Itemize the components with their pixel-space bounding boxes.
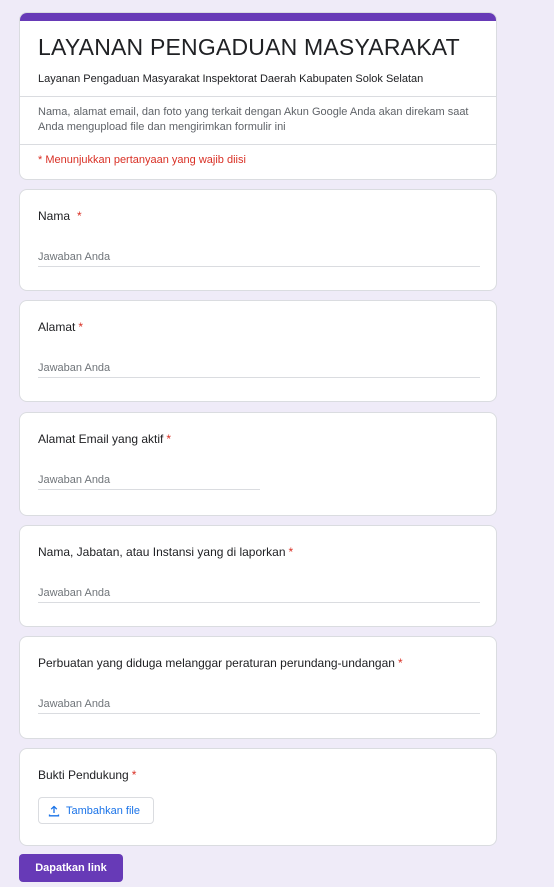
required-asterisk: * xyxy=(131,768,137,782)
terlapor-input[interactable] xyxy=(38,583,480,603)
account-notice: Nama, alamat email, dan foto yang terkai… xyxy=(38,106,469,133)
question-title: Bukti Pendukung xyxy=(38,768,129,782)
question-card-nama: Nama * xyxy=(19,189,497,291)
question-title: Alamat Email yang aktif xyxy=(38,432,164,446)
form-description: Layanan Pengaduan Masyarakat Inspektorat… xyxy=(38,73,424,85)
question-label: Nama * xyxy=(38,209,82,224)
header-accent-bar xyxy=(20,13,496,21)
question-card-perbuatan: Perbuatan yang diduga melanggar peratura… xyxy=(19,636,497,739)
question-card-alamat: Alamat * xyxy=(19,300,497,402)
question-label: Alamat Email yang aktif * xyxy=(38,432,171,447)
question-title: Nama xyxy=(38,209,71,223)
question-card-email: Alamat Email yang aktif * xyxy=(19,412,497,516)
form-title: LAYANAN PENGADUAN MASYARAKAT xyxy=(38,34,460,60)
email-input[interactable] xyxy=(38,470,260,490)
question-card-terlapor: Nama, Jabatan, atau Instansi yang di lap… xyxy=(19,525,497,627)
upload-icon xyxy=(48,805,60,816)
add-file-label: Tambahkan file xyxy=(66,804,140,817)
question-title: Alamat xyxy=(38,320,76,334)
question-label: Nama, Jabatan, atau Instansi yang di lap… xyxy=(38,545,293,560)
question-title: Perbuatan yang diduga melanggar peratura… xyxy=(38,656,395,670)
nama-input[interactable] xyxy=(38,247,480,267)
required-notice: * Menunjukkan pertanyaan yang wajib diis… xyxy=(38,154,246,166)
question-label: Perbuatan yang diduga melanggar peratura… xyxy=(38,656,403,671)
required-asterisk: * xyxy=(78,320,84,334)
required-asterisk: * xyxy=(288,545,294,559)
question-label: Bukti Pendukung * xyxy=(38,768,136,783)
question-label: Alamat * xyxy=(38,320,83,335)
required-asterisk: * xyxy=(166,432,172,446)
header-divider xyxy=(20,96,496,97)
perbuatan-input[interactable] xyxy=(38,694,480,714)
form-header-card: LAYANAN PENGADUAN MASYARAKAT Layanan Pen… xyxy=(19,12,497,180)
required-asterisk: * xyxy=(77,209,82,223)
header-divider xyxy=(20,144,496,145)
question-title: Nama, Jabatan, atau Instansi yang di lap… xyxy=(38,545,286,559)
question-card-bukti: Bukti Pendukung * Tambahkan file xyxy=(19,748,497,846)
add-file-button[interactable]: Tambahkan file xyxy=(38,797,154,824)
required-asterisk: * xyxy=(397,656,403,670)
alamat-input[interactable] xyxy=(38,358,480,378)
get-link-button[interactable]: Dapatkan link xyxy=(19,854,123,882)
